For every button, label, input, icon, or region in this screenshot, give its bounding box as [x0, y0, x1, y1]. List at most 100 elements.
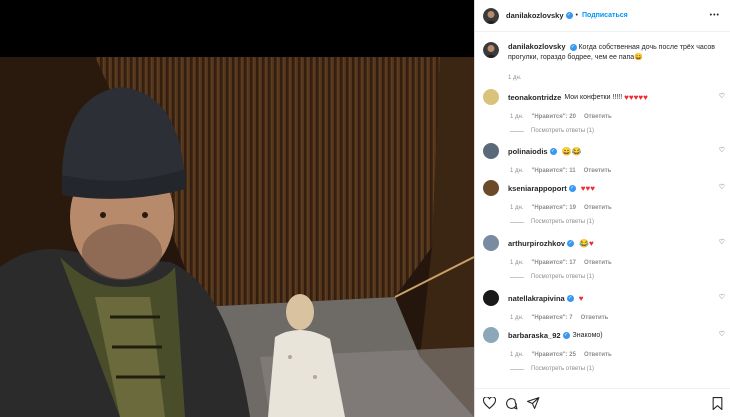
reply-button[interactable]: Ответить	[584, 205, 612, 211]
commenter-username[interactable]: barbaraska_92	[508, 331, 561, 340]
comment-emoji-icons: 😄😂	[561, 146, 582, 156]
caption-emoji: 😄	[634, 54, 643, 61]
comment-time: 1 дн.	[510, 315, 524, 321]
caption-time: 1 дн.	[508, 75, 522, 81]
verified-icon: ✓	[549, 147, 557, 155]
comment-text: arthurpirozhkov ✓ 😂♥	[508, 239, 594, 248]
commenter-avatar[interactable]	[483, 327, 499, 343]
caption-body: danilakozlovsky ✓ Когда собственная дочь …	[508, 42, 715, 83]
commenter-username[interactable]: kseniarappoport	[508, 184, 567, 193]
commenter-avatar[interactable]	[483, 290, 499, 306]
view-replies-label: Посмотреть ответы (1)	[531, 274, 595, 280]
comment-emoji-icons: 😂♥	[579, 238, 594, 248]
reply-button[interactable]: Ответить	[581, 315, 609, 321]
like-comment-heart-icon[interactable]: ♡	[719, 183, 725, 191]
view-replies-button[interactable]: Посмотреть ответы (1)	[510, 219, 725, 225]
comment-emoji-icons: ♥♥♥♥♥	[624, 92, 648, 102]
view-replies-label: Посмотреть ответы (1)	[531, 219, 595, 225]
verified-icon: ✓	[568, 184, 576, 192]
comment-meta: 1 дн. "Нравится": 11 Ответить	[510, 168, 725, 174]
reply-button[interactable]: Ответить	[584, 168, 612, 174]
verified-icon: ✓	[569, 43, 577, 51]
author-username[interactable]: danilakozlovsky	[506, 11, 564, 20]
comment-text: teonakontridze Мои конфетки !!!!! ♥♥♥♥♥	[508, 93, 648, 102]
view-replies-label: Посмотреть ответы (1)	[531, 366, 595, 372]
verified-icon: ✓	[566, 294, 574, 302]
photo-image	[0, 57, 474, 417]
commenter-username[interactable]: polinaiodis	[508, 147, 548, 156]
verified-icon: ✓	[565, 12, 573, 19]
like-comment-heart-icon[interactable]: ♡	[719, 330, 725, 338]
post-sidebar: danilakozlovsky ✓ • Подписаться ••• dani…	[474, 0, 730, 417]
comment-text: barbaraska_92 ✓ Знакомо)	[508, 331, 605, 340]
commenter-avatar[interactable]	[483, 89, 499, 105]
post-header: danilakozlovsky ✓ • Подписаться •••	[475, 0, 730, 32]
like-comment-heart-icon[interactable]: ♡	[719, 146, 725, 154]
commenter-avatar[interactable]	[483, 180, 499, 196]
comment-item: kseniarappoport ✓ ♥♥♥ ♡ 1 дн. "Нравится": 19 О…	[483, 180, 725, 225]
view-replies-label: Посмотреть ответы (1)	[531, 128, 595, 134]
commenter-username[interactable]: teonakontridze	[508, 93, 561, 102]
view-replies-button[interactable]: Посмотреть ответы (1)	[510, 274, 725, 280]
comment-time: 1 дн.	[510, 114, 524, 120]
more-options-icon[interactable]: •••	[710, 12, 720, 19]
replies-line	[510, 276, 524, 278]
comment-likes[interactable]: "Нравится": 20	[532, 114, 576, 120]
comment-text: kseniarappoport ✓ ♥♥♥	[508, 184, 595, 193]
replies-line	[510, 221, 524, 223]
reply-button[interactable]: Ответить	[584, 260, 612, 266]
comment-likes[interactable]: "Нравится": 11	[532, 168, 576, 174]
comment-item: barbaraska_92 ✓ Знакомо) ♡ 1 дн. "Нравится": …	[483, 327, 725, 372]
caption-avatar[interactable]	[483, 42, 499, 58]
follow-button[interactable]: Подписаться	[582, 12, 628, 19]
like-comment-heart-icon[interactable]: ♡	[719, 238, 725, 246]
comment-row: teonakontridze Мои конфетки !!!!! ♥♥♥♥♥	[483, 89, 725, 105]
heart-icon[interactable]	[483, 397, 496, 409]
commenter-avatar[interactable]	[483, 235, 499, 251]
like-comment-heart-icon[interactable]: ♡	[719, 92, 725, 100]
comment-meta: 1 дн. "Нравится": 25 Ответить	[510, 352, 725, 358]
commenter-username[interactable]: arthurpirozhkov	[508, 239, 565, 248]
reply-button[interactable]: Ответить	[584, 352, 612, 358]
verified-icon: ✓	[567, 239, 575, 247]
reply-button[interactable]: Ответить	[584, 114, 612, 120]
commenter-avatar[interactable]	[483, 143, 499, 159]
share-icon[interactable]	[527, 397, 540, 409]
comment-row: barbaraska_92 ✓ Знакомо)	[483, 327, 725, 343]
comment-meta: 1 дн. "Нравится": 19 Ответить	[510, 205, 725, 211]
comment-meta: 1 дн. "Нравится": 20 Ответить	[510, 114, 725, 120]
caption-username[interactable]: danilakozlovsky	[508, 42, 566, 51]
comment-time: 1 дн.	[510, 168, 524, 174]
like-comment-heart-icon[interactable]: ♡	[719, 293, 725, 301]
comment-likes[interactable]: "Нравится": 19	[532, 205, 576, 211]
bookmark-icon[interactable]	[712, 396, 723, 410]
comment-item: arthurpirozhkov ✓ 😂♥ ♡ 1 дн. "Нравится": 17 От…	[483, 235, 725, 280]
view-replies-button[interactable]: Посмотреть ответы (1)	[510, 366, 725, 372]
view-replies-button[interactable]: Посмотреть ответы (1)	[510, 128, 725, 134]
comment-item: natellakrapivina ✓ ♥ ♡ 1 дн. "Нравится": 7 Отв…	[483, 290, 725, 321]
comment-meta: 1 дн. "Нравится": 7 Ответить	[510, 315, 725, 321]
comment-likes[interactable]: "Нравится": 7	[532, 315, 573, 321]
commenter-username[interactable]: natellakrapivina	[508, 294, 565, 303]
author-avatar[interactable]	[483, 7, 499, 24]
comment-row: polinaiodis ✓ 😄😂	[483, 143, 725, 159]
comment-meta: 1 дн. "Нравится": 17 Ответить	[510, 260, 725, 266]
comment-item: teonakontridze Мои конфетки !!!!! ♥♥♥♥♥ ♡ 1 …	[483, 89, 725, 134]
comment-row: natellakrapivina ✓ ♥	[483, 290, 725, 306]
comment-body: Мои конфетки !!!!!	[564, 93, 623, 101]
comment-text: polinaiodis ✓ 😄😂	[508, 147, 582, 156]
comment-row: kseniarappoport ✓ ♥♥♥	[483, 180, 725, 196]
comment-row: arthurpirozhkov ✓ 😂♥	[483, 235, 725, 251]
verified-icon: ✓	[562, 331, 570, 339]
comment-emoji-icons: ♥♥♥	[580, 183, 596, 193]
post-actions-bar	[475, 388, 730, 417]
comment-emoji-icons: ♥	[578, 293, 584, 303]
separator-dot: •	[575, 12, 578, 19]
comment-likes[interactable]: "Нравится": 25	[532, 352, 576, 358]
post-photo[interactable]	[0, 57, 474, 417]
comment-body: Знакомо)	[572, 331, 603, 339]
comment-item: polinaiodis ✓ 😄😂 ♡ 1 дн. "Нравится": 11 Ответи…	[483, 143, 725, 174]
comment-likes[interactable]: "Нравится": 17	[532, 260, 576, 266]
comment-time: 1 дн.	[510, 352, 524, 358]
comment-icon[interactable]	[505, 397, 518, 410]
